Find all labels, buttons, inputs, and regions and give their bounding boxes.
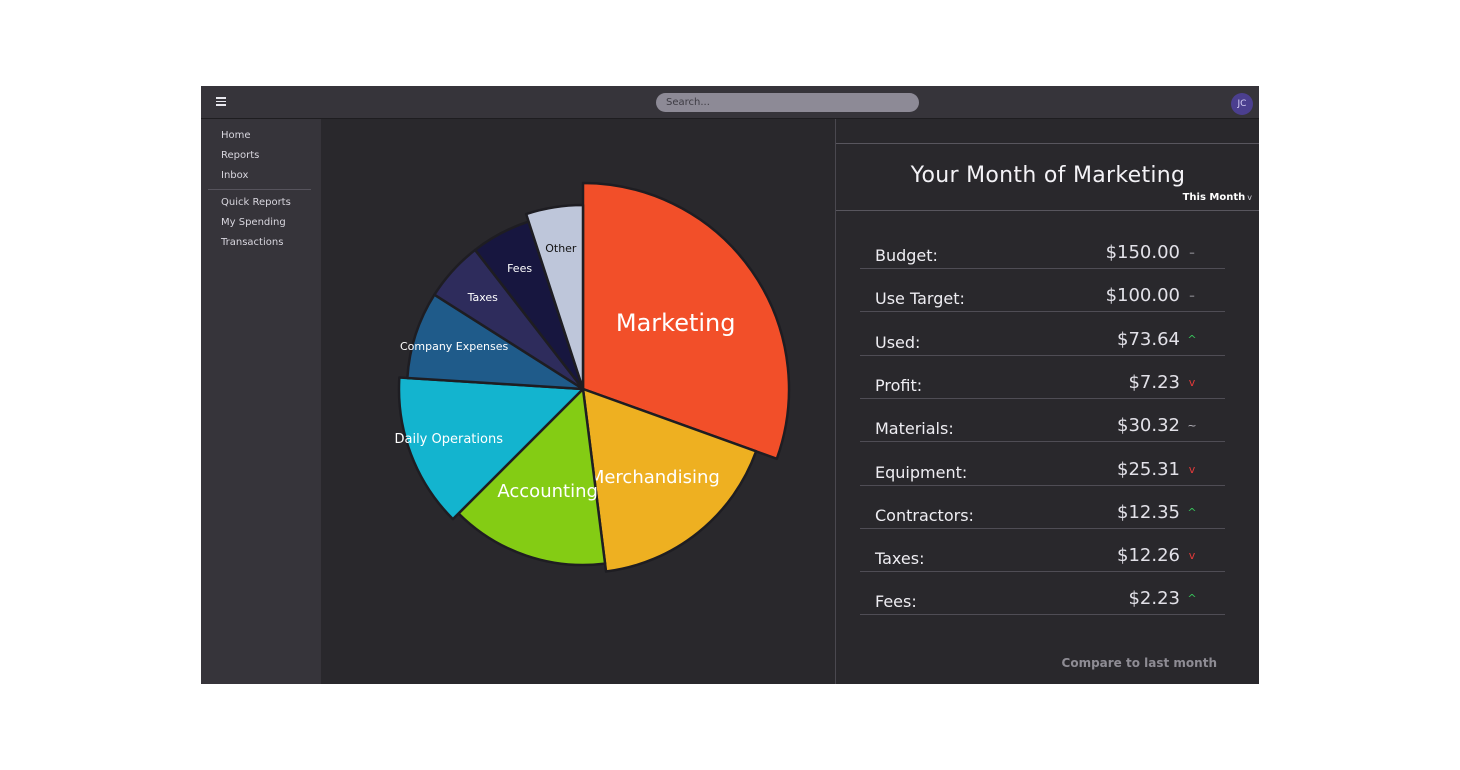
sidebar-item-transactions[interactable]: Transactions (221, 237, 283, 248)
pie-label: Marketing (616, 309, 736, 337)
sidebar-item-home[interactable]: Home (221, 130, 251, 141)
stat-divider (860, 571, 1225, 573)
stat-row: Used: $73.64 ^ (860, 318, 1225, 356)
trend-icon: ~ (1187, 419, 1197, 433)
stat-label: Materials: (875, 419, 954, 439)
stat-row: Budget: $150.00– (860, 231, 1225, 269)
sidebar-item-quick-reports[interactable]: Quick Reports (221, 197, 291, 208)
pie-label: Taxes (467, 291, 499, 304)
sidebar: Home Reports Inbox Quick Reports My Spen… (201, 119, 321, 684)
pie-label: Daily Operations (394, 432, 503, 447)
trend-icon: v (1188, 375, 1196, 389)
stat-value: $100.00 (1105, 285, 1180, 307)
pie-label: Company Expenses (400, 340, 509, 353)
stat-label: Budget: (875, 246, 938, 265)
app-window: JC Home Reports Inbox Quick Reports My S… (201, 86, 1259, 684)
stat-row: Contractors: $12.35 ^ (860, 491, 1225, 529)
stat-divider (860, 268, 1225, 269)
stat-divider (860, 397, 1225, 399)
trend-icon: ^ (1187, 592, 1197, 606)
panel-title: Your Month of Marketing (910, 163, 1186, 188)
sidebar-item-reports[interactable]: Reports (221, 150, 259, 161)
panel-divider (836, 210, 1259, 211)
trend-icon: ^ (1187, 332, 1197, 346)
stat-divider (860, 614, 1225, 616)
stat-label: Contractors: (875, 505, 974, 525)
hamburger-menu-icon[interactable] (216, 97, 226, 106)
trend-icon: v (1188, 549, 1196, 563)
pie-label: Accounting (497, 481, 598, 502)
stat-value: $12.35 (1117, 501, 1180, 523)
stat-row: Materials: $30.32 ~ (860, 404, 1225, 443)
trend-icon: – (1189, 289, 1195, 303)
compare-last-month-button[interactable]: Compare to last month (1062, 656, 1217, 670)
search-input[interactable] (666, 93, 909, 112)
trend-icon: v (1188, 462, 1196, 476)
stat-value: $7.23 (1128, 371, 1180, 393)
summary-panel: Your Month of Marketing This Month v Budg… (835, 119, 1259, 684)
stat-row: Use Target: $100.00– (860, 274, 1225, 313)
pie-label: Merchandising (589, 467, 720, 488)
stat-value: $150.00 (1105, 242, 1180, 263)
stat-divider (860, 441, 1225, 443)
stat-value: $12.26 (1117, 545, 1180, 567)
stat-row: Fees: $2.23 ^ (860, 577, 1225, 616)
spending-pie-chart: Marketing MerchandisingAccounting Daily Op… (394, 181, 791, 573)
stat-label: Fees: (875, 592, 917, 612)
panel-divider (836, 143, 1259, 144)
stat-label: Use Target: (875, 289, 965, 309)
stat-row: Taxes: $12.26 v (860, 534, 1225, 573)
stat-label: Profit: (875, 375, 923, 395)
stat-row: Equipment: $25.31 v (860, 448, 1225, 486)
sidebar-item-inbox[interactable]: Inbox (221, 170, 248, 181)
stat-divider (860, 354, 1225, 356)
stat-value: $30.32 (1117, 415, 1180, 437)
period-dropdown[interactable]: This Month v (1183, 192, 1252, 203)
stat-value: $73.64 (1117, 328, 1180, 350)
sidebar-divider (208, 189, 311, 190)
trend-icon: ^ (1187, 505, 1197, 519)
top-bar: JC (201, 86, 1259, 119)
stat-label: Taxes: (875, 549, 925, 569)
pie-label: Fees (507, 262, 532, 275)
stat-divider (860, 484, 1225, 486)
stat-row: Profit: $7.23 v (860, 361, 1225, 399)
chevron-down-icon: v (1247, 193, 1252, 202)
user-avatar[interactable]: JC (1231, 93, 1253, 115)
chart-area: Marketing Merchandising Accounting Daily Op… (321, 119, 835, 684)
stat-divider (860, 527, 1225, 529)
trend-icon: – (1189, 246, 1195, 259)
stat-label: Used: (875, 332, 921, 352)
search-bar[interactable] (656, 93, 919, 112)
sidebar-item-my-spending[interactable]: My Spending (221, 217, 286, 228)
stat-value: $2.23 (1128, 588, 1180, 610)
stat-label: Equipment: (875, 462, 968, 482)
period-label: This Month (1182, 192, 1246, 203)
stat-value: $25.31 (1117, 458, 1180, 480)
pie-label: Other (545, 242, 577, 255)
stat-divider (860, 311, 1225, 313)
